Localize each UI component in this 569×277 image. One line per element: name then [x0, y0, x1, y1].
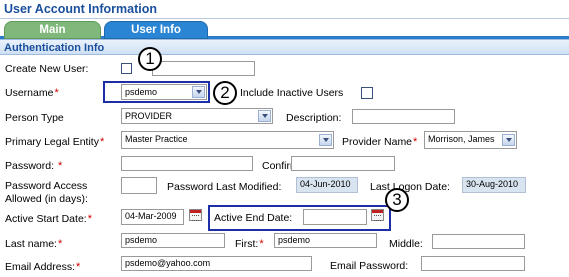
chevron-down-icon[interactable] — [502, 134, 515, 146]
last-logon-date-value: 30-Aug-2010 — [462, 177, 526, 193]
email-address-label-text: Email Address: — [5, 261, 76, 273]
primary-legal-entity-value: Master Practice — [125, 134, 188, 144]
last-name-label-text: Last name: — [5, 238, 57, 250]
person-type-value: PROVIDER — [125, 111, 173, 121]
middle-input[interactable] — [432, 234, 525, 249]
username-label-text: Username — [5, 87, 54, 99]
email-password-label: Email Password: — [330, 260, 409, 272]
password-label: Password: * — [5, 160, 62, 172]
username-label: Username* — [5, 87, 59, 99]
email-address-input[interactable]: psdemo@yahoo.com — [121, 256, 312, 271]
password-access-label-line2: Allowed (in days): — [5, 193, 88, 205]
person-type-select[interactable]: PROVIDER — [121, 108, 273, 124]
primary-legal-entity-select[interactable]: Master Practice — [121, 131, 334, 149]
create-new-user-checkbox[interactable] — [121, 63, 132, 74]
confirm-input[interactable] — [291, 156, 395, 171]
required-marker: * — [57, 238, 63, 250]
chevron-down-icon[interactable] — [258, 110, 271, 122]
required-marker: * — [87, 213, 92, 225]
provider-name-select[interactable]: Morrison, James — [424, 131, 517, 149]
first-name-input[interactable]: psdemo — [274, 233, 377, 248]
create-new-user-field[interactable] — [152, 61, 255, 76]
callout-1: 1 — [138, 47, 162, 71]
required-marker: * — [413, 136, 418, 148]
provider-name-label-text: Provider Name — [342, 136, 413, 148]
tab-main[interactable]: Main — [4, 21, 101, 39]
first-name-label: First:* — [235, 238, 264, 250]
page-title: User Account Information — [0, 0, 569, 19]
password-access-label-line1: Password Access — [5, 180, 88, 192]
email-password-input[interactable] — [421, 256, 525, 271]
password-last-modified-label: Password Last Modified: — [167, 181, 282, 193]
required-marker: * — [54, 87, 59, 99]
calendar-icon[interactable] — [371, 209, 384, 221]
include-inactive-label: Include Inactive Users — [240, 87, 344, 99]
password-input[interactable] — [121, 156, 253, 171]
password-label-text: Password: — [5, 160, 55, 172]
primary-legal-entity-label: Primary Legal Entity* — [5, 136, 104, 148]
required-marker: * — [259, 238, 264, 250]
password-access-input[interactable] — [121, 177, 157, 194]
active-start-date-input[interactable]: 04-Mar-2009 — [121, 209, 184, 225]
last-name-input[interactable]: psdemo — [121, 233, 225, 248]
include-inactive-checkbox[interactable] — [361, 87, 373, 99]
username-value: psdemo — [125, 87, 158, 97]
calendar-icon[interactable] — [189, 209, 202, 221]
required-marker: * — [76, 261, 81, 273]
email-address-label: Email Address:* — [5, 261, 80, 273]
person-type-label: Person Type — [5, 112, 64, 124]
last-name-label: Last name:* — [5, 238, 62, 250]
description-input[interactable] — [352, 109, 455, 124]
first-name-label-text: First: — [235, 238, 259, 250]
active-start-date-label-text: Active Start Date: — [5, 213, 87, 225]
username-select[interactable]: psdemo — [121, 84, 207, 100]
description-label: Description: — [286, 112, 342, 124]
tab-user-info[interactable]: User Info — [104, 21, 208, 39]
chevron-down-icon[interactable] — [319, 134, 332, 146]
primary-legal-entity-label-text: Primary Legal Entity — [5, 136, 99, 148]
required-marker: * — [57, 160, 63, 172]
callout-3: 3 — [385, 188, 409, 212]
chevron-down-icon[interactable] — [192, 86, 205, 98]
active-end-date-label: Active End Date: — [214, 212, 293, 224]
active-start-date-label: Active Start Date:* — [5, 213, 92, 225]
create-new-user-label: Create New User: — [5, 63, 89, 75]
provider-name-value: Morrison, James — [428, 134, 495, 144]
last-logon-date-label: Last Logon Date: — [370, 181, 450, 193]
section-header: Authentication Info — [0, 39, 569, 55]
active-end-date-input[interactable] — [303, 209, 367, 225]
callout-2: 2 — [213, 81, 237, 105]
password-last-modified-value: 04-Jun-2010 — [296, 177, 358, 193]
middle-label: Middle: — [389, 238, 423, 250]
provider-name-label: Provider Name* — [342, 136, 417, 148]
required-marker: * — [99, 136, 105, 148]
